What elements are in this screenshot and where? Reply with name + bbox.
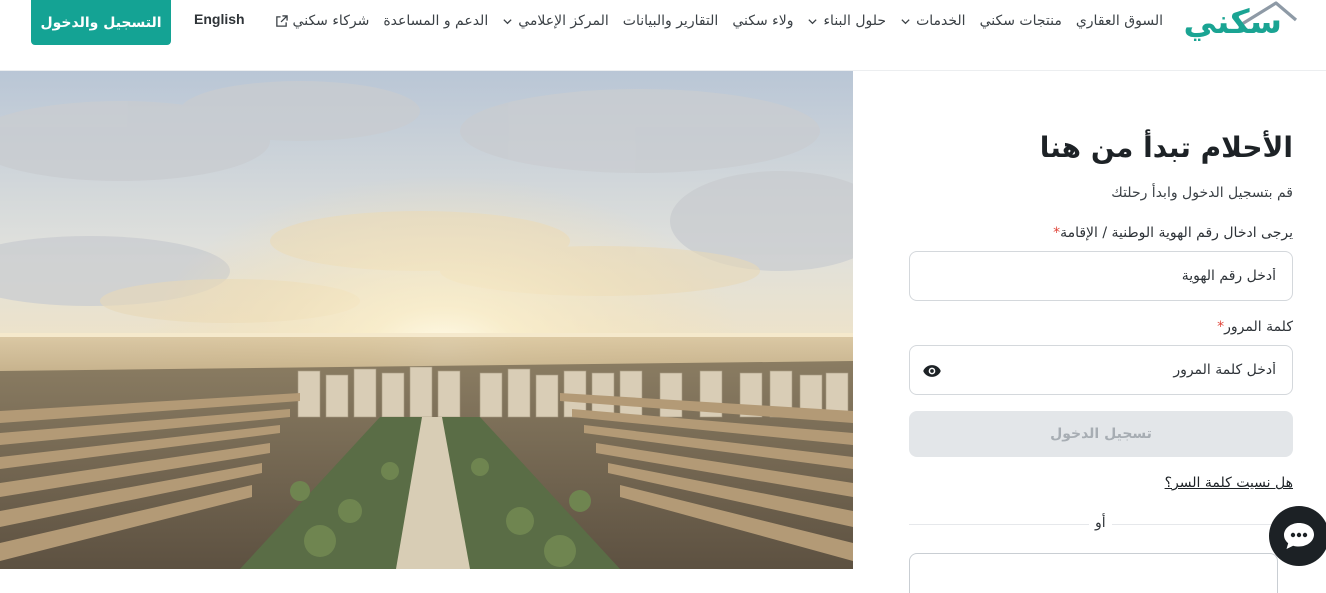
or-separator: أو (1089, 515, 1112, 531)
sakani-logo[interactable]: سكني (1182, 0, 1298, 46)
nav-item-label: الخدمات (916, 13, 966, 29)
main-nav: السوق العقاري منتجات سكني الخدمات حلول البن… (268, 9, 1170, 33)
language-toggle[interactable]: English (194, 11, 245, 27)
nav-item[interactable]: شركاء سكني (268, 10, 377, 32)
password-input[interactable] (926, 362, 1276, 378)
nav-item-label: شركاء سكني (292, 13, 370, 29)
nav-item-label: التقارير والبيانات (622, 13, 719, 29)
page-subtitle: قم بتسجيل الدخول وابدأ رحلتك (1111, 185, 1293, 201)
forgot-password-link[interactable]: هل نسيت كلمة السر؟ (1165, 475, 1293, 491)
nav-item[interactable]: الخدمات (893, 10, 973, 32)
nav-item-label: ولاء سكني (732, 13, 794, 29)
id-label: يرجى ادخال رقم الهوية الوطنية / الإقامة* (1049, 225, 1293, 241)
chevron-down-icon (808, 18, 818, 24)
hero-image (0, 71, 853, 569)
nav-item[interactable]: حلول البناء (800, 10, 893, 32)
chevron-down-icon (901, 18, 910, 24)
alternative-login-button[interactable] (909, 553, 1278, 593)
nav-item-label: المركز الإعلامي (518, 13, 609, 29)
password-label-text: كلمة المرور (1224, 319, 1293, 335)
password-field-box (909, 345, 1293, 395)
nav-item-label: الدعم و المساعدة (383, 13, 489, 29)
site-header: سكني السوق العقاري منتجات سكني الخدمات حلول… (0, 0, 1326, 71)
nav-item[interactable]: منتجات سكني (973, 10, 1069, 32)
nav-item[interactable]: السوق العقاري (1069, 10, 1170, 32)
id-label-text: يرجى ادخال رقم الهوية الوطنية / الإقامة (1060, 225, 1293, 241)
chat-bubble-icon (1284, 523, 1314, 549)
chevron-down-icon (503, 18, 512, 24)
nav-item[interactable]: ولاء سكني (725, 10, 800, 32)
nav-item[interactable]: الدعم و المساعدة (376, 10, 495, 32)
page-title: الأحلام تبدأ من هنا (1039, 131, 1293, 164)
nav-item[interactable]: التقارير والبيانات (616, 10, 726, 32)
nav-item-label: السوق العقاري (1075, 13, 1163, 29)
register-login-button[interactable]: التسجيل والدخول (31, 0, 171, 45)
eye-icon[interactable] (922, 361, 942, 381)
nav-item-label: منتجات سكني (979, 13, 1062, 29)
nav-item-label: حلول البناء (823, 13, 887, 29)
password-label: كلمة المرور* (1213, 319, 1293, 335)
login-panel: الأحلام تبدأ من هنا قم بتسجيل الدخول واب… (853, 71, 1326, 593)
logo-text: سكني (1183, 2, 1283, 41)
external-link-icon (275, 14, 288, 27)
chat-button[interactable] (1269, 506, 1326, 566)
nav-item[interactable]: المركز الإعلامي (495, 10, 616, 32)
hero-illustration (0, 71, 853, 569)
login-submit-button[interactable]: تسجيل الدخول (909, 411, 1293, 457)
id-field-box (909, 251, 1293, 301)
national-id-input[interactable] (926, 268, 1276, 284)
